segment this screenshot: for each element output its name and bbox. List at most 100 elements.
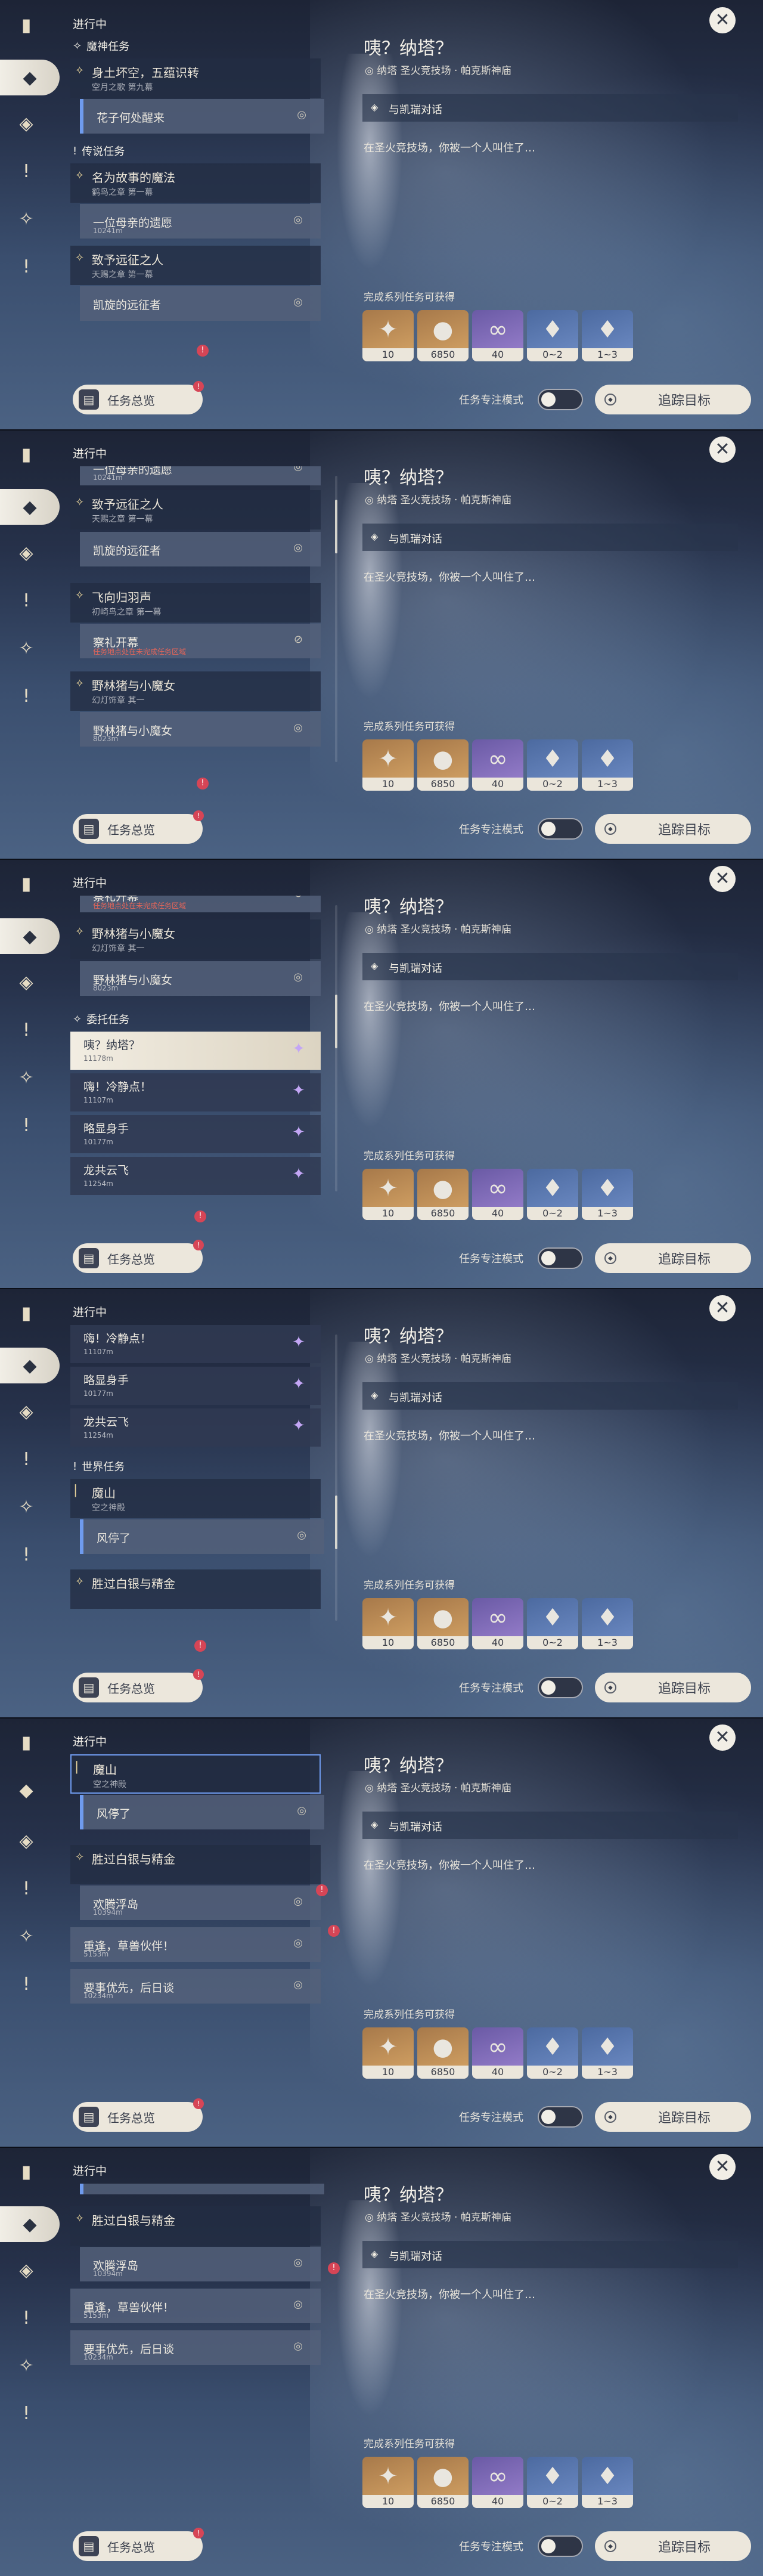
quest-step[interactable]: 察礼开幕任务地点处在未完成任务区域⊘ — [80, 624, 321, 658]
quest-overview-button[interactable]: ▤ 任务总览! — [73, 1240, 204, 1273]
world-quest-icon[interactable]: ! — [13, 2400, 39, 2426]
close-icon[interactable]: ✕ — [709, 2154, 736, 2180]
commission-icon[interactable]: ✧ — [13, 2352, 39, 2379]
commission-item[interactable]: 略显身手 10177m ✦ — [70, 1367, 321, 1405]
mora-reward[interactable]: ● 6850 — [417, 310, 469, 361]
world-quest-icon[interactable]: ! — [13, 1112, 39, 1138]
quest-step[interactable]: 欢腾浮岛 10394m ◎ — [80, 2247, 321, 2281]
quest-overview-button[interactable]: ▤ 任务总览! — [73, 2098, 204, 2132]
quest-item[interactable]: ✧ 飞向归羽声 初崎鸟之章 第一幕 — [70, 583, 321, 623]
quest-list-scrollbar[interactable] — [335, 476, 337, 762]
quest-item[interactable]: ✧ 胜过白银与精金 — [70, 2206, 321, 2246]
quest-item[interactable]: ▏ 魔山 空之神殿 — [70, 1754, 321, 1794]
quest-item[interactable]: ✧ 胜过白银与精金 — [70, 1845, 321, 1884]
quest-step[interactable]: 要事优先，后日谈 10234m ◎ — [70, 1969, 321, 2004]
adventure-exp-reward[interactable]: ∞ 40 — [472, 739, 523, 791]
quest-list-scrollbar[interactable] — [335, 1335, 337, 1621]
primogem-reward[interactable]: ✦ 10 — [362, 2027, 414, 2079]
quest-list-scrollbar[interactable] — [335, 905, 337, 1191]
quest-overview-button[interactable]: ▤ 任务总览! — [73, 381, 204, 414]
track-target-button[interactable]: ◆ 追踪目标 — [595, 1243, 751, 1273]
track-target-button[interactable]: ◆ 追踪目标 — [595, 814, 751, 844]
crystal-reward[interactable]: ♦ 0~2 — [527, 2027, 578, 2079]
quest-book-icon[interactable]: ▮ — [13, 2159, 39, 2185]
important-quest-icon[interactable]: ! — [13, 1446, 39, 1472]
commission-icon[interactable]: ✧ — [13, 1923, 39, 1949]
world-quest-icon[interactable]: ! — [13, 1971, 39, 1997]
crystal-reward[interactable]: ♦ 1~3 — [582, 2457, 633, 2508]
all-quests-icon[interactable]: ◆ — [0, 918, 60, 954]
quest-step[interactable]: 风停了◎ — [80, 1519, 324, 1554]
quest-item[interactable]: ✧ 身土坏空，五蕴识转 空月之歌 第九幕 — [70, 58, 321, 98]
important-quest-icon[interactable]: ! — [13, 2305, 39, 2331]
quest-item[interactable]: ✧ 野林猪与小魔女 幻灯饰章 其一 — [70, 671, 321, 711]
quest-step[interactable]: 要事优先，后日谈 10234m ◎ — [70, 2330, 321, 2365]
commission-icon[interactable]: ✧ — [13, 206, 39, 232]
crystal-reward[interactable]: ♦ 0~2 — [527, 310, 578, 361]
adventure-exp-reward[interactable]: ∞ 40 — [472, 1598, 523, 1649]
all-quests-icon[interactable]: ◆ — [13, 1777, 39, 1803]
focus-mode-toggle[interactable] — [538, 2535, 583, 2557]
focus-mode-toggle[interactable] — [538, 2106, 583, 2128]
commission-icon[interactable]: ✧ — [13, 635, 39, 661]
primogem-reward[interactable]: ✦ 10 — [362, 310, 414, 361]
quest-step[interactable]: 欢腾浮岛 10394m ◎ — [80, 1885, 321, 1920]
primogem-reward[interactable]: ✦ 10 — [362, 2457, 414, 2508]
quest-step[interactable]: 重逢，草兽伙伴！ 5153m ◎ — [70, 1927, 321, 1962]
primogem-reward[interactable]: ✦ 10 — [362, 739, 414, 791]
quest-book-icon[interactable]: ▮ — [13, 871, 39, 897]
mora-reward[interactable]: ● 6850 — [417, 739, 469, 791]
track-target-button[interactable]: ◆ 追踪目标 — [595, 1673, 751, 1702]
primogem-reward[interactable]: ✦ 10 — [362, 1598, 414, 1649]
quest-step[interactable]: 野林猪与小魔女 8023m ◎ — [80, 712, 321, 747]
quest-step[interactable]: 花子何处醒来 ◎ — [80, 99, 324, 134]
crystal-reward[interactable]: ♦ 1~3 — [582, 2027, 633, 2079]
mora-reward[interactable]: ● 6850 — [417, 2457, 469, 2508]
quest-step[interactable]: 重逢，草兽伙伴！ 5153m ◎ — [70, 2289, 321, 2323]
all-quests-icon[interactable]: ◆ — [0, 60, 60, 95]
adventure-exp-reward[interactable]: ∞ 40 — [472, 310, 523, 361]
track-target-button[interactable]: ◆ 追踪目标 — [595, 385, 751, 414]
quest-step[interactable]: 野林猪与小魔女 8023m ◎ — [80, 961, 321, 996]
mora-reward[interactable]: ● 6850 — [417, 2027, 469, 2079]
mora-reward[interactable]: ● 6850 — [417, 1169, 469, 1220]
focus-mode-toggle[interactable] — [538, 1247, 583, 1269]
close-icon[interactable]: ✕ — [709, 7, 736, 33]
archon-quest-icon[interactable]: ◈ — [13, 1828, 39, 1854]
commission-item[interactable]: 略显身手 10177m ✦ — [70, 1115, 321, 1153]
crystal-reward[interactable]: ♦ 0~2 — [527, 2457, 578, 2508]
quest-overview-button[interactable]: ▤ 任务总览! — [73, 2528, 204, 2561]
quest-step[interactable]: 察礼开幕任务地点处在未完成任务区域⊘ — [80, 896, 321, 912]
all-quests-icon[interactable]: ◆ — [0, 489, 60, 525]
world-quest-icon[interactable]: ! — [13, 683, 39, 709]
quest-step[interactable]: 凯旋的远征者 ◎ — [80, 286, 321, 321]
mora-reward[interactable]: ● 6850 — [417, 1598, 469, 1649]
archon-quest-icon[interactable]: ◈ — [13, 1398, 39, 1425]
quest-overview-button[interactable]: ▤ 任务总览! — [73, 1669, 204, 1702]
quest-book-icon[interactable]: ▮ — [13, 1729, 39, 1755]
quest-step[interactable]: 凯旋的远征者 ◎ — [80, 532, 321, 566]
focus-mode-toggle[interactable] — [538, 818, 583, 840]
commission-item[interactable]: 咦？纳塔？ 11178m ✦ — [70, 1032, 321, 1070]
commission-item[interactable]: 嗨！冷静点！ 11107m ✦ — [70, 1073, 321, 1111]
crystal-reward[interactable]: ♦ 1~3 — [582, 310, 633, 361]
quest-item[interactable]: ✧ 致予远征之人 天赐之章 第一幕 — [70, 490, 321, 530]
close-icon[interactable]: ✕ — [709, 866, 736, 892]
quest-book-icon[interactable]: ▮ — [13, 441, 39, 467]
track-target-button[interactable]: ◆ 追踪目标 — [595, 2102, 751, 2132]
crystal-reward[interactable]: ♦ 1~3 — [582, 739, 633, 791]
archon-quest-icon[interactable]: ◈ — [13, 969, 39, 995]
adventure-exp-reward[interactable]: ∞ 40 — [472, 1169, 523, 1220]
archon-quest-icon[interactable]: ◈ — [13, 2257, 39, 2283]
focus-mode-toggle[interactable] — [538, 389, 583, 410]
quest-overview-button[interactable]: ▤ 任务总览! — [73, 810, 204, 844]
important-quest-icon[interactable]: ! — [13, 158, 39, 184]
track-target-button[interactable]: ◆ 追踪目标 — [595, 2531, 751, 2561]
commission-item[interactable]: 嗨！冷静点！ 11107m ✦ — [70, 1325, 321, 1363]
close-icon[interactable]: ✕ — [709, 436, 736, 463]
commission-icon[interactable]: ✧ — [13, 1064, 39, 1091]
quest-item[interactable]: ✧ 胜过白银与精金 — [70, 1569, 321, 1609]
quest-step[interactable]: 风停了◎ — [80, 1795, 324, 1829]
crystal-reward[interactable]: ♦ 1~3 — [582, 1169, 633, 1220]
quest-book-icon[interactable]: ▮ — [13, 12, 39, 38]
